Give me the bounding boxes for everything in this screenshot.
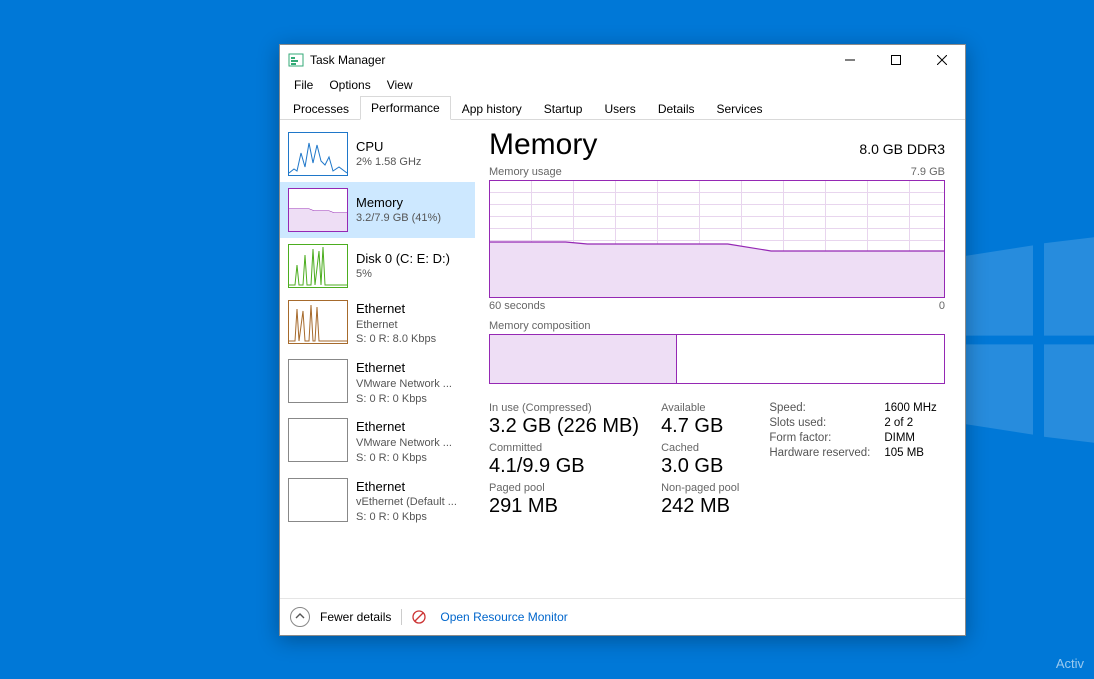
page-title: Memory — [489, 128, 597, 162]
stat-key: Hardware reserved: — [769, 447, 870, 459]
stat-value: 4.7 GB — [661, 414, 739, 438]
stat-label: Paged pool — [489, 482, 639, 494]
chart-label-top-left: Memory usage — [489, 166, 562, 178]
sidebar-item-label: Ethernet — [356, 359, 452, 377]
sidebar-item-label: CPU — [356, 138, 421, 156]
menu-options[interactable]: Options — [321, 76, 378, 94]
chart-label-bottom-left: 60 seconds — [489, 300, 545, 312]
tab-app-history[interactable]: App history — [451, 97, 533, 120]
chart-label-top-right: 7.9 GB — [911, 166, 945, 178]
sidebar-item-label: Ethernet — [356, 300, 436, 318]
bottombar: Fewer details Open Resource Monitor — [280, 598, 965, 635]
sidebar-item-sub2: S: 0 R: 8.0 Kbps — [356, 332, 436, 347]
sidebar-item-sub2: S: 0 R: 0 Kbps — [356, 392, 452, 407]
composition-label: Memory composition — [489, 320, 945, 332]
ethernet-thumb — [288, 478, 348, 522]
sidebar-item-ethernet-1[interactable]: Ethernet VMware Network ... S: 0 R: 0 Kb… — [280, 353, 475, 412]
stat-label: Cached — [661, 442, 739, 454]
stat-val: 2 of 2 — [884, 417, 936, 429]
sidebar-item-sub: 3.2/7.9 GB (41%) — [356, 211, 441, 226]
sidebar-item-sub: 2% 1.58 GHz — [356, 155, 421, 170]
stat-key: Form factor: — [769, 432, 870, 444]
sidebar-item-sub: vEthernet (Default ... — [356, 495, 457, 510]
main-panel: Memory 8.0 GB DDR3 Memory usage 7.9 GB 6… — [475, 120, 965, 598]
stat-key: Speed: — [769, 402, 870, 414]
menu-view[interactable]: View — [379, 76, 421, 94]
sidebar-item-ethernet-3[interactable]: Ethernet vEthernet (Default ... S: 0 R: … — [280, 472, 475, 531]
app-icon — [288, 52, 304, 68]
tab-startup[interactable]: Startup — [533, 97, 594, 120]
sidebar-item-sub: Ethernet — [356, 318, 436, 333]
resource-monitor-icon — [412, 610, 426, 624]
memory-thumb — [288, 188, 348, 232]
stat-value: 4.1/9.9 GB — [489, 454, 639, 478]
task-manager-window: Task Manager File Options View Processes… — [279, 44, 966, 636]
stat-value: 3.2 GB (226 MB) — [489, 414, 639, 438]
composition-in-use — [490, 335, 677, 383]
memory-spec: 8.0 GB DDR3 — [859, 141, 945, 157]
stat-val: 1600 MHz — [884, 402, 936, 414]
fewer-details-button[interactable]: Fewer details — [320, 610, 391, 624]
menu-file[interactable]: File — [286, 76, 321, 94]
stat-label: Non-paged pool — [661, 482, 739, 494]
activation-watermark: Activ — [1056, 656, 1084, 671]
cpu-thumb — [288, 132, 348, 176]
ethernet-thumb — [288, 359, 348, 403]
ethernet-thumb — [288, 418, 348, 462]
stat-value: 3.0 GB — [661, 454, 739, 478]
maximize-button[interactable] — [873, 45, 919, 75]
memory-composition-bar[interactable] — [489, 334, 945, 384]
window-title: Task Manager — [310, 53, 385, 67]
stats-left: In use (Compressed) 3.2 GB (226 MB) Avai… — [489, 402, 739, 518]
stat-key: Slots used: — [769, 417, 870, 429]
sidebar: CPU 2% 1.58 GHz Memory 3.2/7.9 GB (41%) — [280, 120, 475, 598]
sidebar-item-disk0[interactable]: Disk 0 (C: E: D:) 5% — [280, 238, 475, 294]
tab-users[interactable]: Users — [593, 97, 646, 120]
fewer-details-icon[interactable] — [290, 607, 310, 627]
ethernet-thumb — [288, 300, 348, 344]
sidebar-item-sub2: S: 0 R: 0 Kbps — [356, 451, 452, 466]
close-button[interactable] — [919, 45, 965, 75]
chart-label-bottom-right: 0 — [939, 300, 945, 312]
sidebar-item-sub: 5% — [356, 267, 450, 282]
composition-available — [677, 335, 944, 383]
menubar: File Options View — [280, 75, 965, 95]
tab-processes[interactable]: Processes — [282, 97, 360, 120]
stat-value: 291 MB — [489, 494, 639, 518]
sidebar-item-label: Ethernet — [356, 478, 457, 496]
disk-thumb — [288, 244, 348, 288]
stat-val: 105 MB — [884, 447, 936, 459]
sidebar-item-label: Ethernet — [356, 418, 452, 436]
open-resource-monitor-link[interactable]: Open Resource Monitor — [440, 610, 567, 624]
titlebar[interactable]: Task Manager — [280, 45, 965, 75]
sidebar-item-sub2: S: 0 R: 0 Kbps — [356, 510, 457, 525]
divider — [401, 609, 402, 625]
sidebar-item-label: Memory — [356, 194, 441, 212]
stat-label: In use (Compressed) — [489, 402, 639, 414]
stat-label: Available — [661, 402, 739, 414]
sidebar-item-ethernet-2[interactable]: Ethernet VMware Network ... S: 0 R: 0 Kb… — [280, 412, 475, 471]
sidebar-item-label: Disk 0 (C: E: D:) — [356, 250, 450, 268]
stat-value: 242 MB — [661, 494, 739, 518]
sidebar-item-memory[interactable]: Memory 3.2/7.9 GB (41%) — [280, 182, 475, 238]
stat-val: DIMM — [884, 432, 936, 444]
stats-right: Speed: 1600 MHz Slots used: 2 of 2 Form fa… — [769, 402, 936, 518]
tab-details[interactable]: Details — [647, 97, 706, 120]
sidebar-item-cpu[interactable]: CPU 2% 1.58 GHz — [280, 126, 475, 182]
minimize-button[interactable] — [827, 45, 873, 75]
tab-services[interactable]: Services — [706, 97, 774, 120]
stat-label: Committed — [489, 442, 639, 454]
sidebar-item-sub: VMware Network ... — [356, 436, 452, 451]
memory-usage-chart[interactable] — [489, 180, 945, 298]
sidebar-item-ethernet-0[interactable]: Ethernet Ethernet S: 0 R: 8.0 Kbps — [280, 294, 475, 353]
tabbar: Processes Performance App history Startu… — [280, 95, 965, 120]
sidebar-item-sub: VMware Network ... — [356, 377, 452, 392]
tab-performance[interactable]: Performance — [360, 96, 451, 120]
